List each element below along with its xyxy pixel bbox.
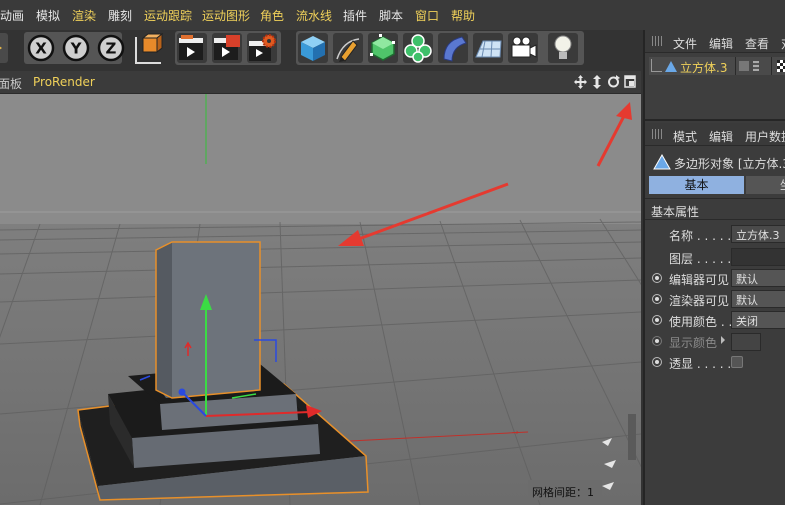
polygon-object-icon xyxy=(653,154,671,170)
move-tool-icon[interactable] xyxy=(0,33,8,63)
object-manager-menu: 文件 编辑 查看 对 xyxy=(645,30,785,53)
viewport-scene: → xyxy=(0,94,641,505)
menu-item-simulate[interactable]: 模拟 xyxy=(36,7,60,24)
attr-editor-visible-dropdown[interactable]: 默认 xyxy=(731,269,785,287)
om-menu-view[interactable]: 查看 xyxy=(745,35,769,52)
render-picture-viewer-icon[interactable] xyxy=(212,33,242,63)
object-name-label[interactable]: 立方体.3 xyxy=(680,59,727,76)
selected-cube-object[interactable] xyxy=(77,241,369,501)
section-basic-properties: 基本属性 xyxy=(651,205,700,219)
menu-item-script[interactable]: 脚本 xyxy=(379,7,403,24)
attr-xray-label: 透显 . . . . . xyxy=(669,357,732,371)
cloner-icon[interactable] xyxy=(403,33,433,63)
bend-deformer-icon[interactable] xyxy=(438,33,468,63)
attr-use-color-radio[interactable] xyxy=(652,315,662,325)
right-panel: 文件 编辑 查看 对 立方体.3 模式 编辑 用户数据 多边形对象 [立方体.3… xyxy=(643,30,785,505)
attr-xray-radio[interactable] xyxy=(652,357,662,367)
render-view-icon[interactable] xyxy=(177,33,207,63)
menu-item-window[interactable]: 窗口 xyxy=(415,7,439,24)
menu-item-help[interactable]: 帮助 xyxy=(451,7,475,24)
tab-coordinates[interactable]: 坐 xyxy=(746,176,785,194)
viewport-panel-menu[interactable]: 面板 xyxy=(0,75,22,92)
menu-item-mograph[interactable]: 运动图形 xyxy=(202,7,250,24)
attr-render-visible-radio[interactable] xyxy=(652,294,662,304)
coordinate-system-icon[interactable] xyxy=(131,33,164,64)
attr-xray-checkbox[interactable] xyxy=(731,356,743,368)
attribute-manager-menu: 模式 编辑 用户数据 xyxy=(645,123,785,146)
menu-bar: 动画 模拟 渲染 雕刻 运动跟踪 运动图形 角色 流水线 插件 脚本 窗口 帮助 xyxy=(0,0,785,31)
visibility-dots-icon[interactable] xyxy=(753,61,759,71)
camera-icon[interactable] xyxy=(508,33,538,63)
attr-name-label: 名称 . . . . . xyxy=(669,229,732,243)
menu-item-pipeline[interactable]: 流水线 xyxy=(296,7,332,24)
svg-text:→: → xyxy=(512,428,519,437)
subdivision-surface-icon[interactable] xyxy=(368,33,398,63)
am-menu-edit[interactable]: 编辑 xyxy=(709,128,733,145)
attr-render-visible-dropdown[interactable]: 默认 xyxy=(731,290,785,308)
om-menu-edit[interactable]: 编辑 xyxy=(709,35,733,52)
attr-editor-visible-radio[interactable] xyxy=(652,273,662,283)
menu-item-render[interactable]: 渲染 xyxy=(72,7,96,24)
attr-display-color-radio xyxy=(652,336,662,346)
attr-use-color-label: 使用颜色 . . xyxy=(669,315,733,329)
z-axis-lock-button[interactable]: Z xyxy=(96,33,126,63)
light-icon[interactable] xyxy=(548,33,578,63)
attr-render-visible-label: 渲染器可见 xyxy=(669,294,730,308)
object-list: 立方体.3 xyxy=(645,53,785,121)
menu-item-animate[interactable]: 动画 xyxy=(0,7,24,24)
menu-item-sculpt[interactable]: 雕刻 xyxy=(108,7,132,24)
x-axis-label: X xyxy=(35,40,47,58)
am-menu-userdata[interactable]: 用户数据 xyxy=(745,128,785,145)
layer-icon[interactable] xyxy=(739,61,749,71)
viewport-maximize-icon[interactable] xyxy=(624,75,636,88)
viewport-corner-marks xyxy=(602,438,616,490)
grid-spacing-label: 网格间距：1 xyxy=(532,486,594,499)
am-menu-mode[interactable]: 模式 xyxy=(673,128,697,145)
object-row-selected[interactable]: 立方体.3 xyxy=(649,57,785,75)
attr-display-color-swatch xyxy=(731,333,761,351)
menu-item-plugins[interactable]: 插件 xyxy=(343,7,367,24)
tab-basic[interactable]: 基本 xyxy=(649,176,744,194)
x-axis-lock-button[interactable]: X xyxy=(26,33,56,63)
z-axis-label: Z xyxy=(106,40,117,58)
polygon-object-icon xyxy=(665,61,677,72)
main-toolbar: X Y Z xyxy=(0,30,643,70)
menu-item-motion-tracking[interactable]: 运动跟踪 xyxy=(144,7,192,24)
attr-use-color-dropdown[interactable]: 关闭 xyxy=(731,311,785,329)
attr-name-field[interactable]: 立方体.3 xyxy=(731,225,785,243)
viewport-prorender-menu[interactable]: ProRender xyxy=(33,75,95,89)
attr-layer-field[interactable] xyxy=(731,248,785,266)
panel-grip-icon[interactable] xyxy=(652,36,664,46)
render-settings-icon[interactable] xyxy=(247,33,277,63)
y-axis-label: Y xyxy=(70,40,83,58)
panel-grip-icon[interactable] xyxy=(652,129,664,139)
viewport-zoom-icon[interactable] xyxy=(591,75,603,89)
cube-primitive-icon[interactable] xyxy=(298,33,328,63)
menu-item-character[interactable]: 角色 xyxy=(260,7,284,24)
tree-line-icon xyxy=(651,59,662,72)
y-axis-lock-button[interactable]: Y xyxy=(61,33,91,63)
floor-icon[interactable] xyxy=(473,33,503,63)
attr-editor-visible-label: 编辑器可见 xyxy=(669,273,730,287)
expand-arrow-icon[interactable] xyxy=(721,336,725,344)
om-menu-object[interactable]: 对 xyxy=(781,35,785,52)
attr-layer-label: 图层 . . . . . xyxy=(669,252,732,266)
om-menu-file[interactable]: 文件 xyxy=(673,35,697,52)
attr-display-color-label: 显示颜色 xyxy=(669,336,718,350)
pen-spline-icon[interactable] xyxy=(333,33,363,63)
viewport-rotate-icon[interactable] xyxy=(607,75,620,89)
attribute-object-title: 多边形对象 [立方体.3] xyxy=(674,157,785,171)
phong-tag-icon[interactable] xyxy=(777,60,785,72)
viewport-move-icon[interactable] xyxy=(574,75,587,89)
viewport-header: 面板 ProRender xyxy=(0,71,641,94)
3d-viewport[interactable]: → 网格间距：1 xyxy=(0,94,641,505)
